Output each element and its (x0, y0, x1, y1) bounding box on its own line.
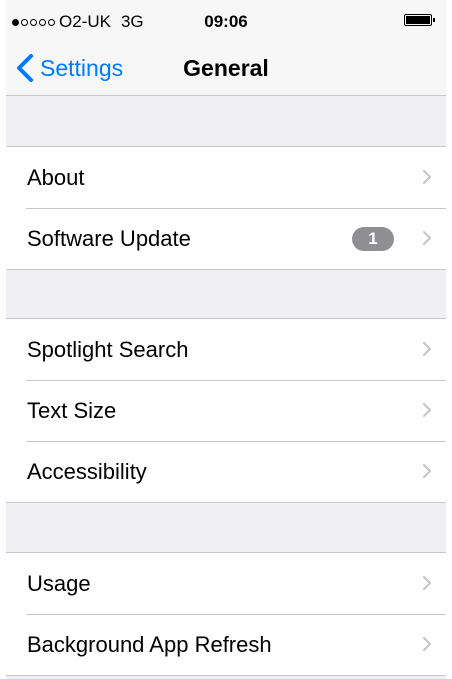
chevron-right-icon (422, 341, 432, 357)
row-label: Accessibility (27, 459, 147, 484)
chevron-right-icon (422, 402, 432, 418)
settings-group-1: About Software Update 1 (6, 146, 446, 270)
battery-level (406, 16, 430, 24)
settings-row-usage[interactable]: Usage (6, 553, 446, 614)
chevron-right-icon (422, 463, 432, 479)
battery-tip (433, 18, 435, 22)
chevron-right-icon (422, 636, 432, 652)
row-label: Software Update (27, 226, 191, 251)
settings-row-background-app-refresh[interactable]: Background App Refresh (6, 614, 446, 675)
chevron-right-icon (422, 230, 432, 246)
row-label: Usage (27, 571, 91, 596)
settings-row-spotlight-search[interactable]: Spotlight Search (6, 319, 446, 380)
chevron-right-icon (422, 169, 432, 185)
settings-group-3: Usage Background App Refresh (6, 552, 446, 676)
settings-row-software-update[interactable]: Software Update 1 (6, 208, 446, 269)
update-count-badge: 1 (352, 227, 394, 251)
row-label: About (27, 165, 85, 190)
row-label: Spotlight Search (27, 337, 189, 362)
battery-icon (404, 14, 435, 26)
settings-group-2: Spotlight Search Text Size Accessibility (6, 318, 446, 503)
status-bar: O2-UK 3G 09:06 (6, 0, 446, 40)
settings-row-about[interactable]: About (6, 147, 446, 208)
navigation-bar: Settings General (6, 40, 446, 96)
page-title: General (183, 55, 269, 81)
row-label: Background App Refresh (27, 632, 272, 657)
phone-screen: O2-UK 3G 09:06 Settings General About So… (6, 0, 446, 679)
settings-row-accessibility[interactable]: Accessibility (6, 441, 446, 502)
chevron-right-icon (422, 575, 432, 591)
settings-row-text-size[interactable]: Text Size (6, 380, 446, 441)
row-label: Text Size (27, 398, 117, 423)
status-time: 09:06 (204, 12, 248, 31)
